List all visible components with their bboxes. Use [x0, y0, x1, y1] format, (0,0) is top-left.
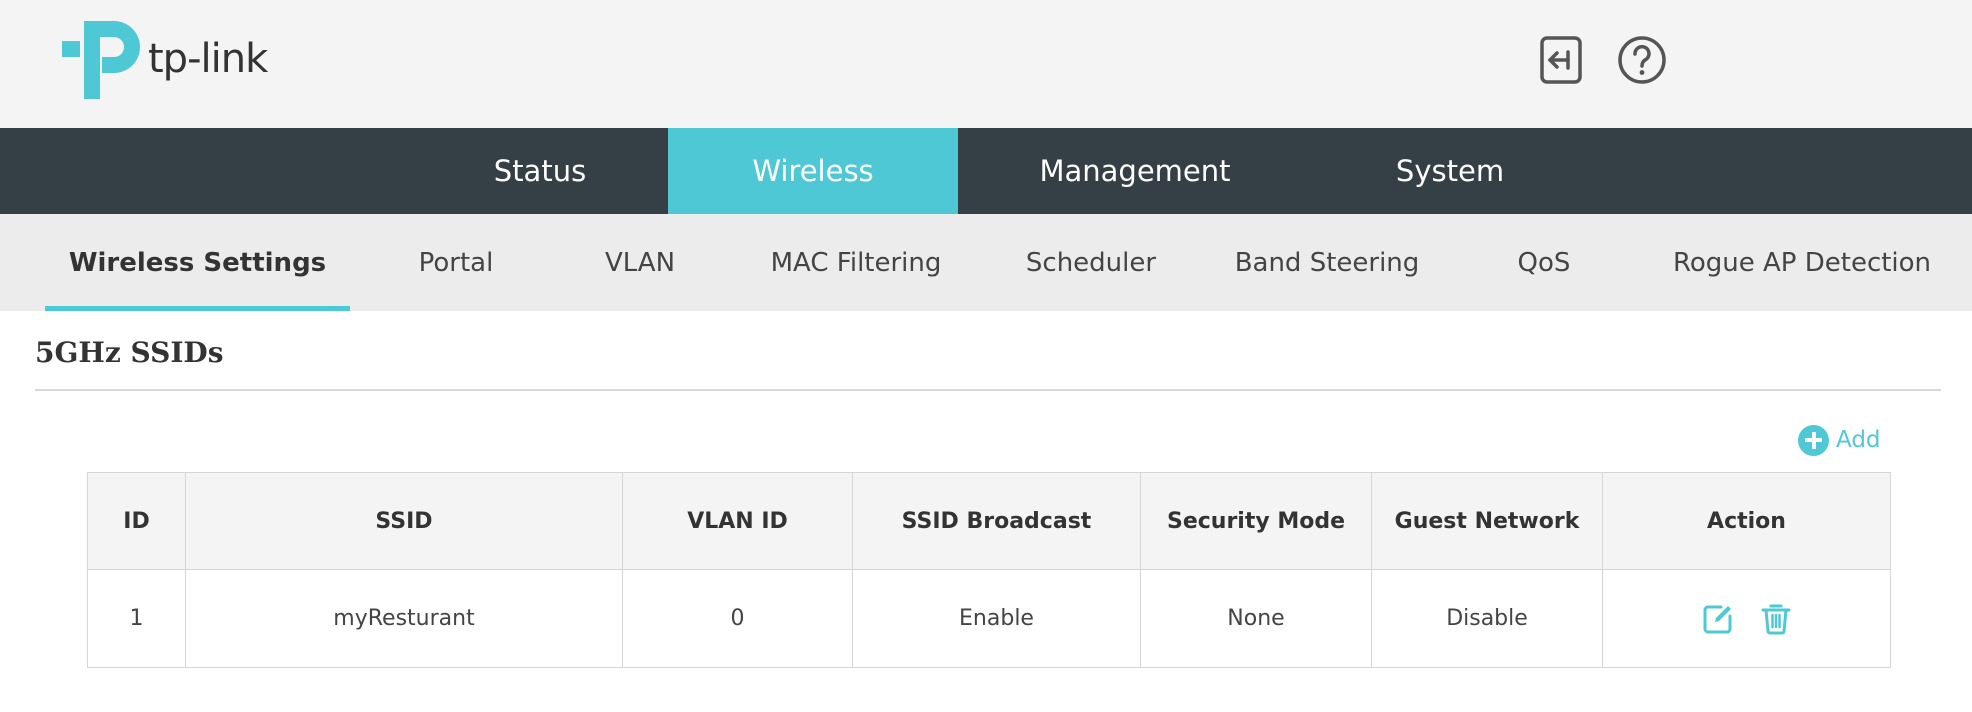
table-header-row: ID SSID VLAN ID SSID Broadcast Security …	[87, 472, 1891, 570]
tab-system[interactable]: System	[1350, 128, 1550, 214]
main-nav: Status Wireless Management System	[0, 128, 1972, 214]
edit-icon[interactable]	[1701, 602, 1735, 636]
subtab-mac-filtering[interactable]: MAC Filtering	[756, 214, 956, 311]
section-divider	[35, 389, 1941, 391]
cell-guest-network: Disable	[1371, 569, 1603, 668]
logout-icon[interactable]	[1536, 34, 1588, 86]
delete-icon[interactable]	[1759, 602, 1793, 636]
subtab-band-steering[interactable]: Band Steering	[1222, 214, 1432, 311]
table-row: 1 myResturant 0 Enable None Disable	[87, 569, 1891, 668]
tab-management[interactable]: Management	[1010, 128, 1260, 214]
tp-link-logo: tp-link	[62, 17, 268, 101]
col-header-action: Action	[1602, 472, 1891, 570]
col-header-security-mode: Security Mode	[1140, 472, 1372, 570]
col-header-id: ID	[87, 472, 186, 570]
tab-wireless[interactable]: Wireless	[668, 128, 958, 214]
cell-security-mode: None	[1140, 569, 1372, 668]
add-label: Add	[1836, 427, 1881, 453]
col-header-vlan-id: VLAN ID	[622, 472, 853, 570]
header: tp-link	[0, 0, 1972, 128]
add-button[interactable]: Add	[1798, 423, 1881, 457]
cell-vlan-id: 0	[622, 569, 853, 668]
sub-nav: Wireless Settings Portal VLAN MAC Filter…	[0, 214, 1972, 311]
add-circle-icon	[1798, 424, 1829, 456]
ssid-table: ID SSID VLAN ID SSID Broadcast Security …	[87, 472, 1891, 668]
cell-ssid-broadcast: Enable	[852, 569, 1141, 668]
brand-name: tp-link	[148, 36, 268, 82]
help-icon[interactable]	[1616, 34, 1668, 86]
tp-link-logo-mark	[62, 21, 140, 99]
col-header-ssid-broadcast: SSID Broadcast	[852, 472, 1141, 570]
subtab-vlan[interactable]: VLAN	[582, 214, 698, 311]
subtab-wireless-settings[interactable]: Wireless Settings	[45, 214, 350, 311]
cell-ssid: myResturant	[185, 569, 623, 668]
subtab-qos[interactable]: QoS	[1500, 214, 1588, 311]
col-header-guest-network: Guest Network	[1371, 472, 1603, 570]
subtab-rogue-ap-detection[interactable]: Rogue AP Detection	[1660, 214, 1944, 311]
subtab-scheduler[interactable]: Scheduler	[1012, 214, 1170, 311]
col-header-ssid: SSID	[185, 472, 623, 570]
tab-status[interactable]: Status	[442, 128, 638, 214]
cell-id: 1	[87, 569, 186, 668]
subtab-portal[interactable]: Portal	[400, 214, 512, 311]
cell-action	[1602, 569, 1891, 668]
section-title: 5GHz SSIDs	[35, 336, 224, 369]
